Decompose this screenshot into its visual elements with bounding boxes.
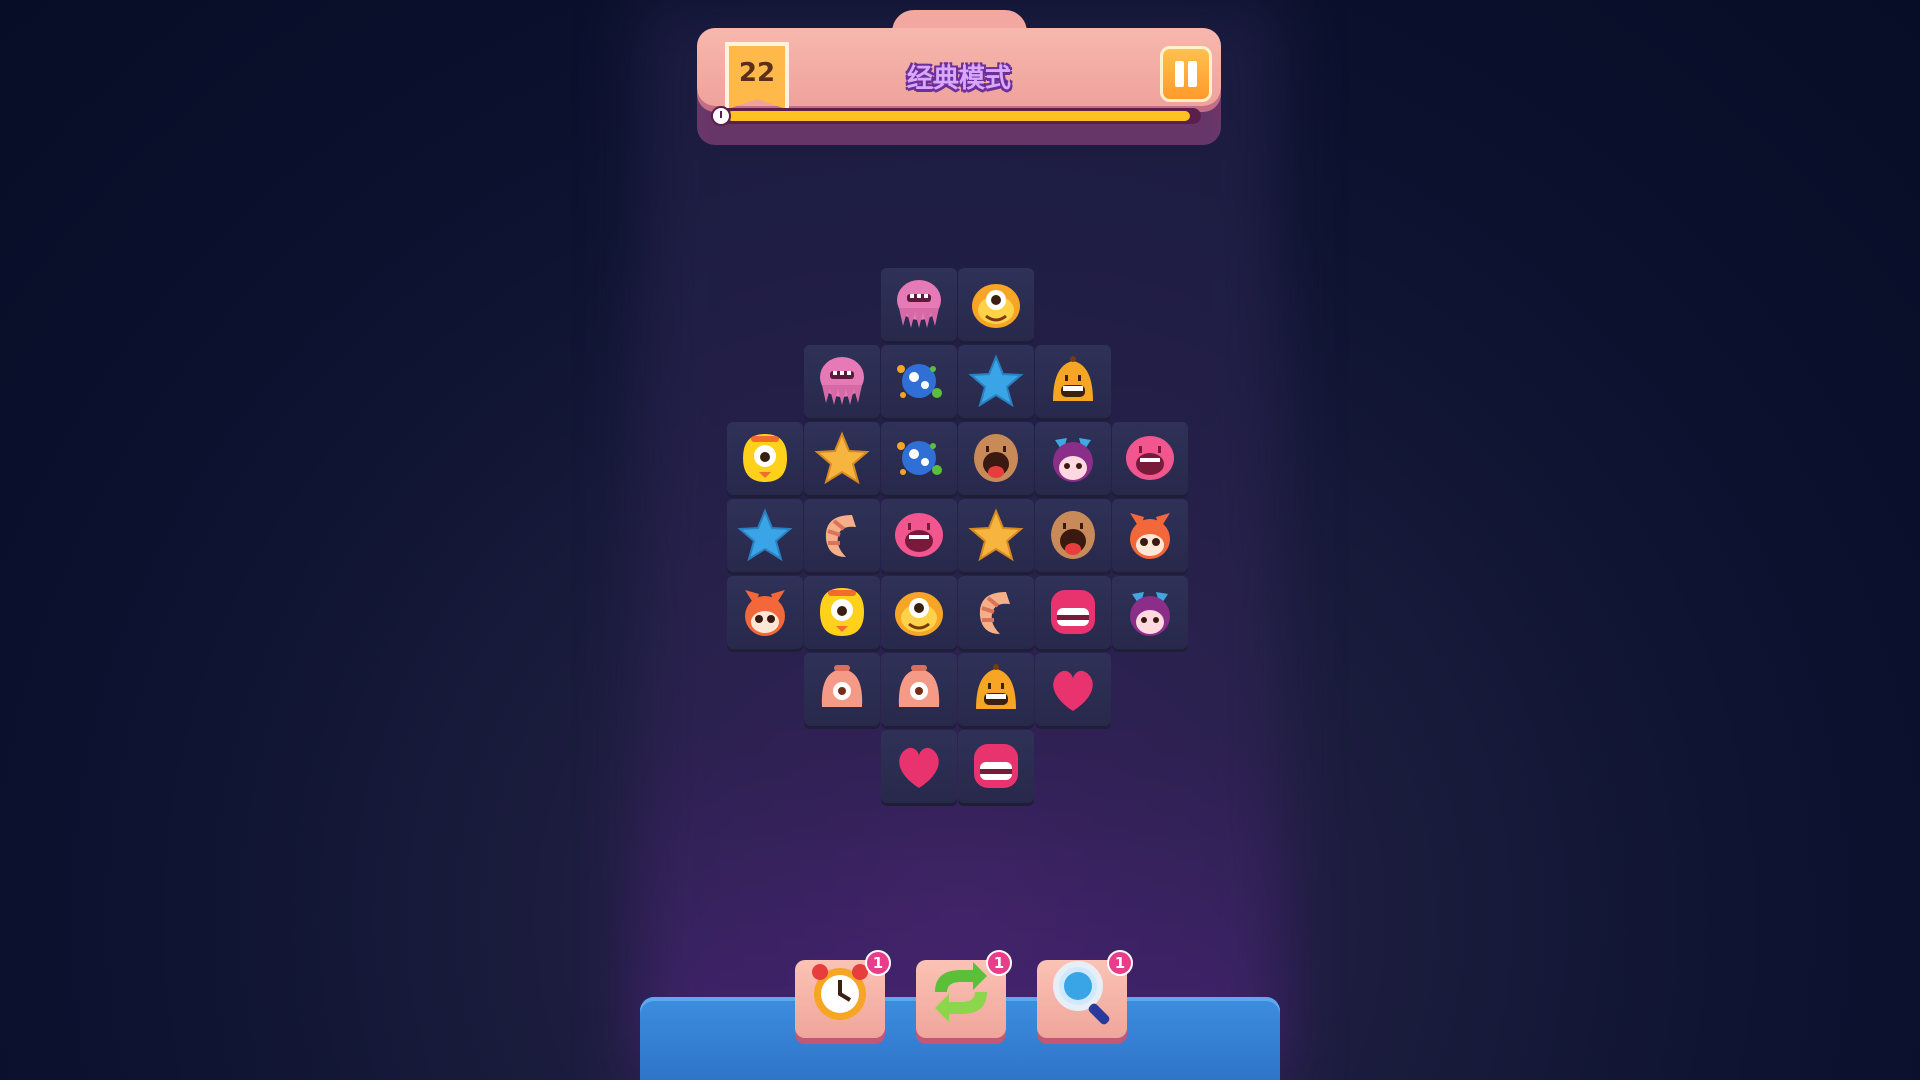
board-tile[interactable]	[881, 499, 957, 575]
pink-jellyfish-icon	[889, 274, 949, 338]
board-tile[interactable]	[727, 499, 803, 575]
blue-bubbles-icon	[889, 351, 949, 415]
booster-count-badge: 1	[1107, 950, 1133, 976]
board-tile[interactable]	[1035, 499, 1111, 575]
board-tile[interactable]	[881, 422, 957, 498]
board-tile[interactable]	[727, 576, 803, 652]
orange-star-icon	[966, 505, 1026, 569]
pink-teeth-icon	[1043, 582, 1103, 646]
pause-button[interactable]	[1160, 46, 1212, 102]
blue-star-icon	[966, 351, 1026, 415]
pink-heart-icon	[1043, 659, 1103, 723]
pause-icon	[1175, 61, 1184, 87]
board-tile[interactable]	[1035, 576, 1111, 652]
blue-star-icon	[735, 505, 795, 569]
shrimp-icon	[812, 505, 872, 569]
pink-shout-icon	[1120, 428, 1180, 492]
level-badge: 22	[725, 42, 789, 110]
purple-cat-girl-icon	[1043, 428, 1103, 492]
booster-count-badge: 1	[986, 950, 1012, 976]
board-tile[interactable]	[958, 345, 1034, 421]
booster-count-badge: 1	[865, 950, 891, 976]
blue-bubbles-icon	[889, 428, 949, 492]
orange-cyclops-icon	[966, 274, 1026, 338]
board-tile[interactable]	[881, 268, 957, 344]
board-tile[interactable]	[1035, 422, 1111, 498]
orange-fox-icon	[735, 582, 795, 646]
board-tile[interactable]	[881, 576, 957, 652]
level-number: 22	[738, 58, 776, 88]
board-tile[interactable]	[804, 653, 880, 729]
board-tile[interactable]	[958, 576, 1034, 652]
shuffle-booster-button[interactable]: 1	[916, 950, 1012, 1038]
purple-cat-girl-icon	[1120, 582, 1180, 646]
board-tile[interactable]	[881, 653, 957, 729]
peach-cyclops-icon	[812, 659, 872, 723]
alarm-clock-booster-button[interactable]: 1	[795, 950, 891, 1038]
board-tile[interactable]	[1112, 422, 1188, 498]
board-tile[interactable]	[1035, 345, 1111, 421]
pink-shout-icon	[889, 505, 949, 569]
pink-jellyfish-icon	[812, 351, 872, 415]
orange-cyclops-icon	[889, 582, 949, 646]
board-tile[interactable]	[727, 422, 803, 498]
pink-heart-icon	[889, 736, 949, 800]
clock-icon	[711, 106, 731, 126]
board-tile[interactable]	[958, 653, 1034, 729]
peach-cyclops-icon	[889, 659, 949, 723]
orange-bell-icon	[1043, 351, 1103, 415]
orange-fox-icon	[1120, 505, 1180, 569]
board-tile[interactable]	[1112, 499, 1188, 575]
mode-title: 经典模式	[906, 64, 1011, 94]
orange-bell-icon	[966, 659, 1026, 723]
board-tile[interactable]	[958, 730, 1034, 806]
board-tile[interactable]	[958, 499, 1034, 575]
board-tile[interactable]	[804, 345, 880, 421]
board-tile[interactable]	[881, 730, 957, 806]
board-tile[interactable]	[804, 576, 880, 652]
board-tile[interactable]	[958, 422, 1034, 498]
yellow-cyclops-icon	[812, 582, 872, 646]
board-tile[interactable]	[1112, 576, 1188, 652]
timer-progress-fill	[727, 111, 1190, 121]
brown-tongue-icon	[1043, 505, 1103, 569]
pink-teeth-icon	[966, 736, 1026, 800]
board-tile[interactable]	[958, 268, 1034, 344]
header-bar: 22 经典模式	[697, 28, 1221, 110]
shrimp-icon	[966, 582, 1026, 646]
yellow-cyclops-icon	[735, 428, 795, 492]
brown-tongue-icon	[966, 428, 1026, 492]
board-tile[interactable]	[1035, 653, 1111, 729]
game-header: 22 经典模式	[697, 10, 1221, 145]
board-tile[interactable]	[881, 345, 957, 421]
board-tile[interactable]	[804, 499, 880, 575]
board-tile[interactable]	[804, 422, 880, 498]
orange-star-icon	[812, 428, 872, 492]
magnifier-booster-button[interactable]: 1	[1037, 950, 1133, 1038]
